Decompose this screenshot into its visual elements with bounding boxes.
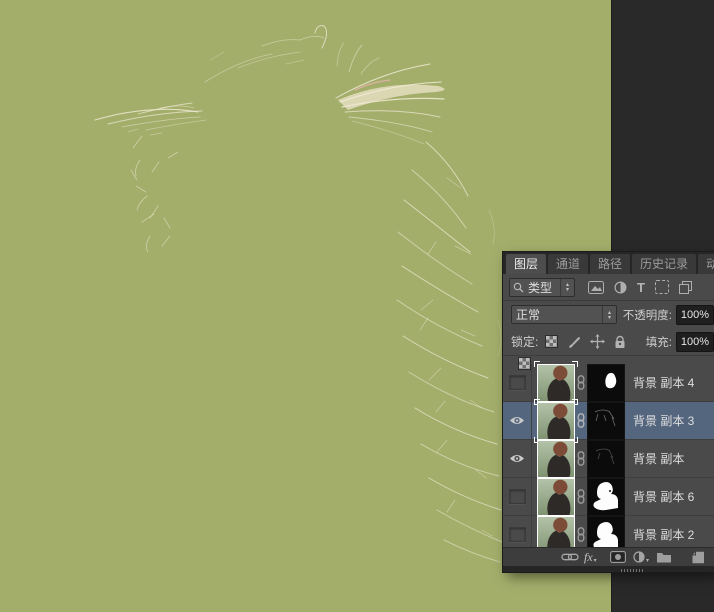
layer-mask-thumbnail[interactable] [587,402,625,440]
hidden-eye-box [509,375,526,390]
opacity-value-field[interactable]: 100% [676,305,714,325]
mask-link-icon[interactable] [577,451,585,466]
visibility-toggle[interactable] [503,478,532,515]
fill-label: 填充: [646,334,672,350]
tab-history[interactable]: 历史记录 [632,254,696,274]
blend-mode-row: 正常 ▴▾ 不透明度: 100% [503,301,714,328]
layer-row[interactable]: 背景 副本 4 [503,364,714,402]
mask-link-icon[interactable] [577,489,585,504]
layer-name[interactable]: 背景 副本 2 [633,526,694,543]
new-adjustment-layer-icon[interactable]: ▾ [633,548,649,566]
visibility-toggle[interactable] [503,440,532,477]
tab-actions[interactable]: 动作 [698,254,714,274]
smart-object-filter-icon[interactable] [679,281,692,294]
fill-value-field[interactable]: 100% [676,332,714,352]
lock-paint-icon[interactable] [567,335,581,349]
layer-name[interactable]: 背景 副本 4 [633,374,694,391]
layer-name[interactable]: 背景 副本 3 [633,412,694,429]
tab-layers[interactable]: 图层 [506,254,546,274]
drag-grip-icon [621,569,645,572]
new-layer-icon[interactable] [691,548,705,566]
pixel-layers-filter-icon[interactable] [588,281,604,294]
layers-panel: 图层 通道 路径 历史记录 动作 类型 ▴▾ T [503,252,714,572]
hidden-eye-box [509,489,526,504]
visibility-toggle[interactable] [503,402,532,439]
link-layers-icon[interactable] [561,548,579,566]
adjustment-layers-filter-icon[interactable] [614,281,627,294]
chevron-updown-icon: ▴▾ [560,279,574,296]
layer-name[interactable]: 背景 副本 6 [633,488,694,505]
layer-filter-row: 类型 ▴▾ T [503,274,714,301]
layer-mask-thumbnail[interactable] [587,440,625,478]
eye-icon [509,415,525,426]
layer-mask-thumbnail[interactable] [587,478,625,516]
layer-style-icon[interactable]: fx▾ [584,548,597,566]
layer-thumbnail[interactable] [537,364,575,402]
opacity-label: 不透明度: [623,307,672,323]
filter-kind-dropdown[interactable]: 类型 ▴▾ [509,278,575,297]
layer-row[interactable]: 背景 副本 6 [503,478,714,516]
layer-row[interactable]: 背景 副本 3 [503,402,714,440]
add-layer-mask-icon[interactable] [610,548,626,566]
chevron-down-icon: ▾ [594,557,597,564]
panel-tab-bar: 图层 通道 路径 历史记录 动作 [503,252,714,274]
layer-thumbnail[interactable] [537,402,575,440]
layer-name[interactable]: 背景 副本 [633,450,684,467]
filter-kind-label: 类型 [524,279,560,296]
blend-mode-value: 正常 [512,306,602,323]
layer-mask-thumbnail[interactable] [587,364,625,402]
lock-position-icon[interactable] [590,334,605,349]
lock-row: 锁定: 填充: 100% [503,328,714,356]
layer-list: 背景 副本 4 背景 副本 3 [503,356,714,547]
transparency-checker-icon [518,357,531,370]
photoshop-workspace: { "canvas": { "description": "olive-gree… [0,0,714,612]
tab-channels[interactable]: 通道 [548,254,588,274]
type-layers-filter-icon[interactable]: T [637,281,645,294]
layer-thumbnail[interactable] [537,478,575,516]
chevron-updown-icon: ▴▾ [602,306,616,323]
tab-paths[interactable]: 路径 [590,254,630,274]
search-icon [513,282,524,293]
mask-link-icon[interactable] [577,375,585,390]
chevron-down-icon: ▾ [646,557,649,564]
mask-link-icon[interactable] [577,527,585,542]
mask-link-icon[interactable] [577,413,585,428]
eye-icon [509,453,525,464]
lock-label: 锁定: [511,333,538,350]
hidden-eye-box [509,527,526,542]
layer-row[interactable]: 背景 副本 [503,440,714,478]
blend-mode-dropdown[interactable]: 正常 ▴▾ [511,305,617,324]
layer-thumbnail[interactable] [537,440,575,478]
shape-layers-filter-icon[interactable] [655,280,669,294]
panel-bottom-toolbar: fx▾ ▾ [503,547,714,566]
panel-resize-strip[interactable] [503,566,714,572]
lock-transparent-pixels-icon[interactable] [545,335,558,348]
new-group-icon[interactable] [656,548,672,566]
lock-all-icon[interactable] [614,335,626,349]
